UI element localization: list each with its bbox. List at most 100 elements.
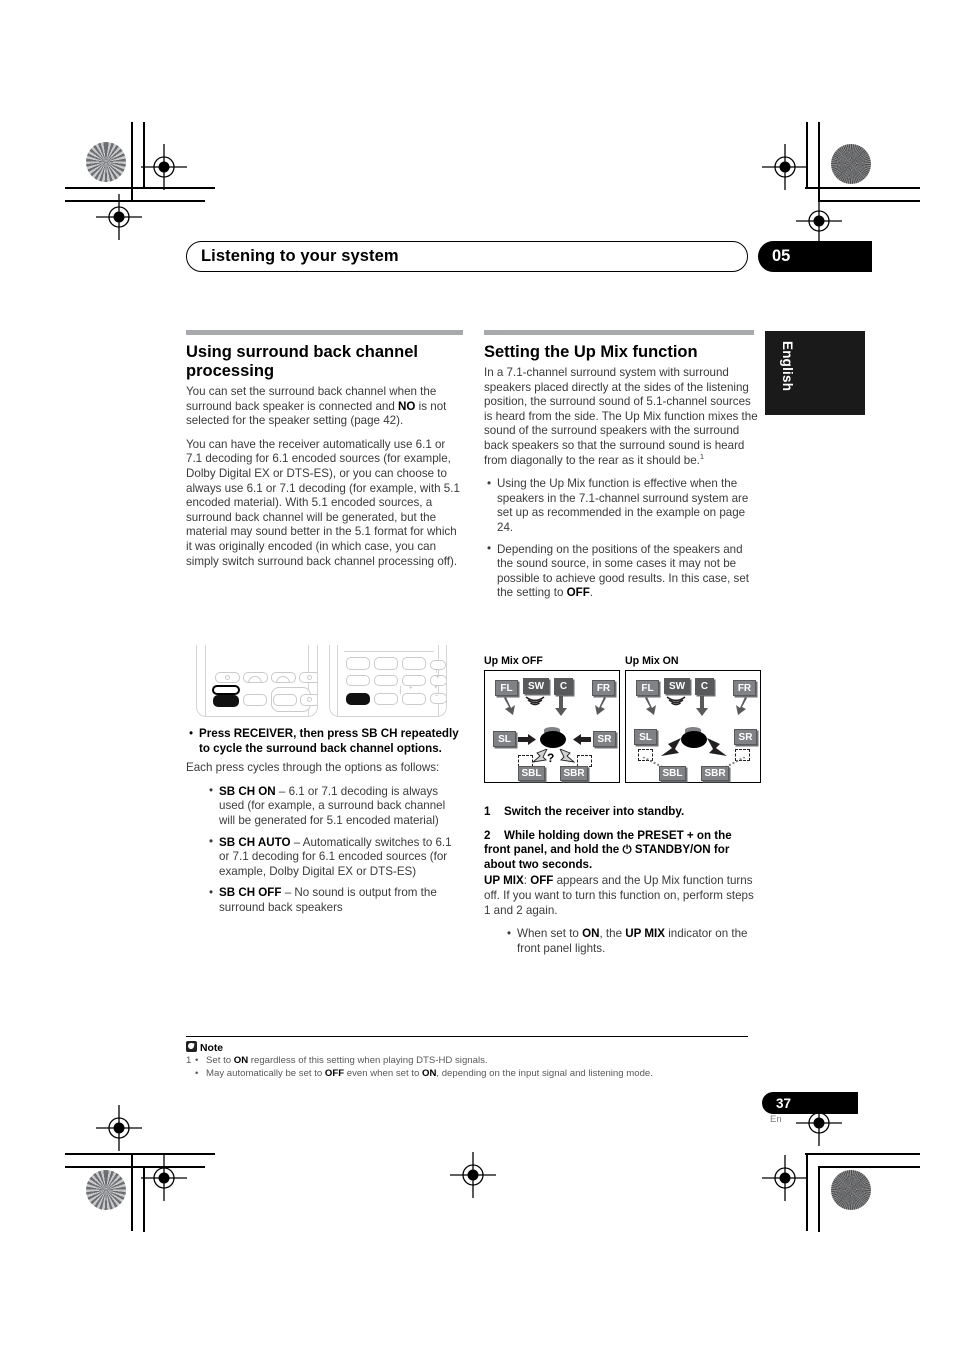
arrow-fl-icon	[504, 697, 515, 715]
footnote-line-1: 1 • Set to ON regardless of this setting…	[186, 1055, 766, 1068]
note-icon	[186, 1041, 197, 1052]
remote-button-highlight	[212, 685, 240, 695]
step-1-number: 1	[484, 805, 491, 818]
footnote-bullet: •	[195, 1055, 199, 1066]
chapter-badge: 05	[758, 241, 872, 272]
left-para1-bold: NO	[398, 399, 416, 413]
crop-line	[818, 122, 820, 200]
footnote-1-b: ON	[233, 1055, 249, 1066]
arrow-diagonal-right-icon	[559, 749, 575, 763]
footnote-title-row: Note	[186, 1041, 766, 1054]
arrow-sl-icon	[518, 734, 536, 745]
right-paragraph-1: In a 7.1-channel surround system with su…	[484, 366, 761, 468]
remote-button	[374, 675, 398, 686]
left-paragraph-2: You can have the receiver automatically …	[186, 437, 460, 568]
step-2-result: UP MIX: OFF appears and the Up Mix funct…	[484, 874, 761, 918]
page-title: Listening to your system	[201, 247, 399, 265]
footnote-divider	[186, 1036, 748, 1037]
remote-button-dark	[346, 693, 370, 705]
speaker-sw: SW	[664, 678, 690, 694]
crop-line	[65, 1153, 215, 1155]
speaker-sbl: SBL	[659, 766, 686, 781]
footnote-2-a: May automatically be set to	[206, 1068, 325, 1080]
arrow-sr-icon	[573, 734, 591, 745]
speaker-sl: SL	[634, 729, 657, 745]
subwoofer-wave-icon	[666, 696, 686, 706]
right-para1-text: In a 7.1-channel surround system with su…	[484, 366, 758, 467]
chapter-number: 05	[772, 247, 791, 265]
left-column: Using surround back channel processing Y…	[186, 330, 463, 578]
remote-button	[402, 657, 426, 670]
registration-mark	[141, 1155, 187, 1201]
speaker-fl: FL	[636, 680, 659, 696]
page-language-code: En	[770, 1114, 782, 1125]
list-item: Using the Up Mix function is effective w…	[484, 477, 761, 535]
arrow-c-icon	[555, 696, 567, 716]
diagram-caption: Up Mix ON	[625, 655, 679, 667]
remote-button	[374, 657, 398, 670]
footnote-line-2: • May automatically be set to OFF even w…	[186, 1068, 766, 1081]
crop-line	[805, 1153, 920, 1155]
option-term: SB CH AUTO	[219, 835, 291, 849]
arrow-fr-icon	[736, 697, 747, 715]
page-number: 37	[776, 1095, 792, 1111]
left-section-heading: Using surround back channel processing	[186, 343, 418, 380]
step-2-notes: When set to ON, the UP MIX indicator on …	[504, 927, 761, 956]
footnote-bullet: •	[195, 1068, 199, 1080]
remote-button	[273, 694, 297, 706]
crop-line	[131, 122, 133, 200]
halftone-dot-mark	[86, 1170, 126, 1210]
speaker-sr: SR	[593, 731, 616, 747]
bullet2-bold: OFF	[566, 586, 590, 600]
note-part-a: When set to	[517, 927, 583, 941]
crop-line	[131, 1153, 133, 1231]
list-item: SB CH AUTO – Automatically switches to 6…	[206, 835, 463, 880]
remote-button	[346, 657, 370, 670]
remote-button	[374, 693, 398, 705]
halftone-dot-mark	[831, 1170, 871, 1210]
footnote-2-b: OFF	[324, 1068, 345, 1080]
list-item: SB CH OFF – No sound is output from the …	[206, 886, 463, 915]
section-rule	[484, 330, 754, 335]
step-2: 2 While holding down the PRESET + on the …	[484, 829, 761, 873]
left-instruction-follow: Each press cycles through the options as…	[186, 761, 440, 775]
up-mix-bullets: Using the Up Mix function is effective w…	[484, 477, 761, 601]
list-item: SB CH ON – 6.1 or 7.1 decoding is always…	[206, 784, 463, 829]
speaker-fr: FR	[592, 680, 615, 696]
halftone-dot-mark	[86, 142, 126, 182]
subwoofer-wave-icon	[525, 696, 545, 706]
footnote-2-c: even when set to	[344, 1068, 422, 1080]
footnote-block: Note 1 • Set to ON regardless of this se…	[186, 1041, 766, 1081]
remote-button-sb-ch	[213, 695, 239, 707]
crop-line	[805, 187, 920, 189]
left-column-continued: Press RECEIVER, then press SB CH repeate…	[186, 727, 463, 925]
arrow-diagonal-left-icon	[532, 749, 548, 763]
speaker-sbr: SBR	[560, 766, 588, 781]
arrow-c-icon	[696, 696, 708, 716]
speaker-fl: FL	[495, 680, 518, 696]
halftone-dot-mark	[831, 144, 871, 184]
bullet2-text: Depending on the positions of the speake…	[497, 542, 749, 600]
step-1-text: Switch the receiver into standby.	[504, 805, 685, 818]
speaker-sw: SW	[523, 678, 549, 694]
language-tab: English	[765, 331, 865, 415]
step-2-number: 2	[484, 828, 491, 842]
remote-button	[243, 694, 267, 706]
diagram-up-mix-on: Up Mix ON FL SW C FR SL SR SBL SBR	[625, 655, 761, 783]
question-mark: ?	[547, 751, 555, 765]
listener-head	[681, 731, 707, 748]
list-item: Depending on the positions of the speake…	[484, 542, 761, 601]
arrow-fr-icon	[595, 697, 606, 715]
speaker-c: C	[695, 678, 714, 695]
note-part-c: , the	[599, 927, 626, 941]
section-rule	[186, 330, 463, 335]
footnote-1-c: regardless of this setting when playing …	[248, 1055, 488, 1066]
footnote-1-a: Set to	[206, 1055, 234, 1066]
speaker-sl: SL	[493, 731, 516, 747]
right-column-steps: 1 Switch the receiver into standby. 2 Whil…	[484, 805, 761, 965]
manual-page: Listening to your system 05 English Usin…	[0, 0, 954, 1351]
footnote-index: 1	[186, 1055, 192, 1066]
up-mix-label: UP MIX	[484, 874, 524, 888]
remote-button-minus	[430, 693, 446, 704]
option-term: SB CH ON	[219, 784, 276, 798]
